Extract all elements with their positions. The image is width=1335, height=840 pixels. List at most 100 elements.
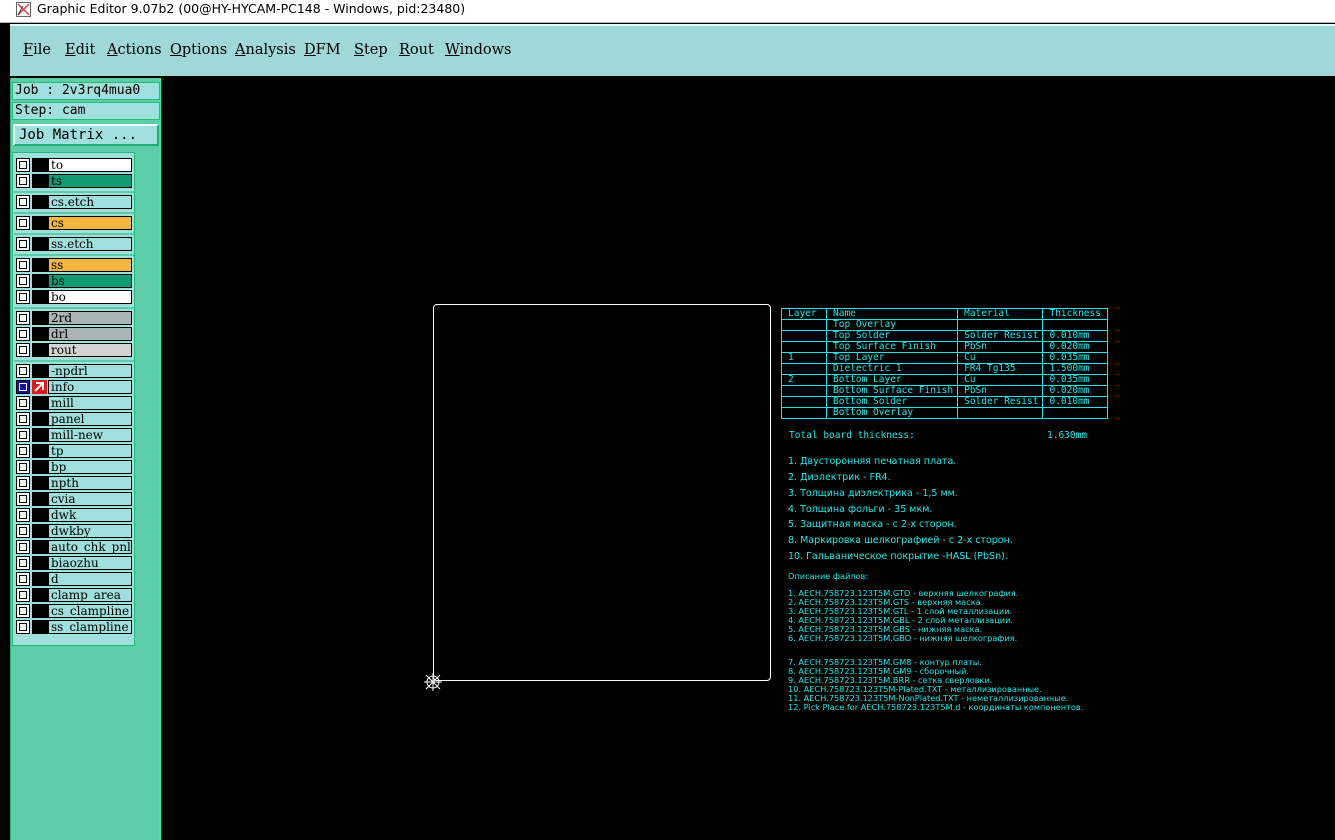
layer-row-dwk[interactable]: dwk [16,508,134,523]
layer-row-d[interactable]: d [16,572,134,587]
layer-name[interactable]: d [48,572,132,586]
layer-checkbox[interactable] [16,327,30,341]
layer-checkbox[interactable] [16,604,30,618]
layer-affected-indicator[interactable] [32,174,48,188]
menu-file[interactable]: File [23,42,51,58]
menu-analysis[interactable]: Analysis [235,42,296,58]
layer-row-bo[interactable]: bo [16,290,134,305]
layer-affected-indicator[interactable] [32,396,48,410]
layer-row-dwkby[interactable]: dwkby [16,524,134,539]
layer-affected-indicator[interactable] [32,216,48,230]
job-matrix-button[interactable]: Job Matrix ... [13,124,159,146]
layer-checkbox[interactable] [16,460,30,474]
layer-row--npdrl[interactable]: -npdrl [16,364,134,379]
layer-name[interactable]: dwkby [48,524,132,538]
menu-step[interactable]: Step [354,42,388,58]
layer-affected-indicator[interactable] [32,258,48,272]
layer-row-npth[interactable]: npth [16,476,134,491]
layer-checkbox[interactable] [16,476,30,490]
layer-affected-indicator[interactable] [32,274,48,288]
layer-affected-indicator[interactable] [32,524,48,538]
layer-checkbox[interactable] [16,492,30,506]
layer-affected-indicator[interactable] [32,620,48,634]
layer-row-rout[interactable]: rout [16,343,134,358]
layer-name[interactable]: clamp_area [48,588,132,602]
layer-name[interactable]: cvia [48,492,132,506]
layer-affected-indicator[interactable] [32,588,48,602]
layer-row-drl[interactable]: drl [16,327,134,342]
layer-name[interactable]: bs [48,274,132,288]
layer-row-ss.etch[interactable]: ss.etch [16,237,134,252]
layer-name[interactable]: to [48,158,132,172]
layer-row-ss_clampline[interactable]: ss_clampline [16,620,134,635]
layer-name[interactable]: bp [48,460,132,474]
layer-name[interactable]: info [48,380,132,394]
layer-checkbox[interactable] [16,311,30,325]
layer-affected-indicator[interactable] [32,572,48,586]
layer-affected-indicator[interactable] [32,604,48,618]
layer-name[interactable]: biaozhu [48,556,132,570]
menu-options[interactable]: Options [170,42,227,58]
layer-affected-indicator[interactable] [32,428,48,442]
layer-row-cs[interactable]: cs [16,216,134,231]
layer-checkbox[interactable] [16,174,30,188]
layer-checkbox[interactable] [16,396,30,410]
layer-affected-indicator[interactable] [32,158,48,172]
layer-checkbox[interactable] [16,158,30,172]
layer-name[interactable]: 2rd [48,311,132,325]
layer-row-info[interactable]: info [16,380,134,395]
layer-name[interactable]: npth [48,476,132,490]
layer-checkbox[interactable] [16,290,30,304]
layer-name[interactable]: mill [48,396,132,410]
layer-affected-indicator[interactable] [32,195,48,209]
layer-checkbox[interactable] [16,258,30,272]
layer-checkbox[interactable] [16,380,30,394]
layer-name[interactable]: ss.etch [48,237,132,251]
layer-checkbox[interactable] [16,364,30,378]
layer-name[interactable]: ss [48,258,132,272]
layer-checkbox[interactable] [16,195,30,209]
menu-windows[interactable]: Windows [445,42,512,58]
layer-name[interactable]: ss_clampline [48,620,132,634]
layer-affected-indicator[interactable] [32,364,48,378]
layer-row-bs[interactable]: bs [16,274,134,289]
layer-row-mill-new[interactable]: mill-new [16,428,134,443]
layer-name[interactable]: ts [48,174,132,188]
layer-affected-indicator[interactable] [32,327,48,341]
layer-name[interactable]: dwk [48,508,132,522]
layer-checkbox[interactable] [16,620,30,634]
layer-checkbox[interactable] [16,343,30,357]
layer-name[interactable]: mill-new [48,428,132,442]
layer-checkbox[interactable] [16,524,30,538]
layer-name[interactable]: auto_chk_pnl [48,540,132,554]
layer-name[interactable]: rout [48,343,132,357]
layer-affected-indicator[interactable] [32,492,48,506]
layer-name[interactable]: tp [48,444,132,458]
layer-affected-indicator[interactable] [32,476,48,490]
layer-row-clamp_area[interactable]: clamp_area [16,588,134,603]
menu-actions[interactable]: Actions [107,42,162,58]
layer-row-mill[interactable]: mill [16,396,134,411]
layer-row-biaozhu[interactable]: biaozhu [16,556,134,571]
layer-row-cvia[interactable]: cvia [16,492,134,507]
layer-name[interactable]: drl [48,327,132,341]
layer-name[interactable]: cs [48,216,132,230]
layer-row-panel[interactable]: panel [16,412,134,427]
menu-dfm[interactable]: DFM [304,42,341,58]
layer-affected-indicator[interactable] [32,460,48,474]
layer-checkbox[interactable] [16,274,30,288]
layer-checkbox[interactable] [16,444,30,458]
layer-checkbox[interactable] [16,556,30,570]
layer-affected-indicator[interactable] [32,290,48,304]
menu-edit[interactable]: Edit [65,42,95,58]
layer-checkbox[interactable] [16,572,30,586]
layer-affected-indicator[interactable] [32,556,48,570]
layer-row-ts[interactable]: ts [16,174,134,189]
layer-affected-indicator[interactable] [32,237,48,251]
layer-name[interactable]: cs.etch [48,195,132,209]
layer-name[interactable]: -npdrl [48,364,132,378]
layer-name[interactable]: cs_clampline [48,604,132,618]
layer-affected-indicator[interactable] [32,412,48,426]
layer-affected-indicator[interactable] [32,311,48,325]
layer-row-2rd[interactable]: 2rd [16,311,134,326]
